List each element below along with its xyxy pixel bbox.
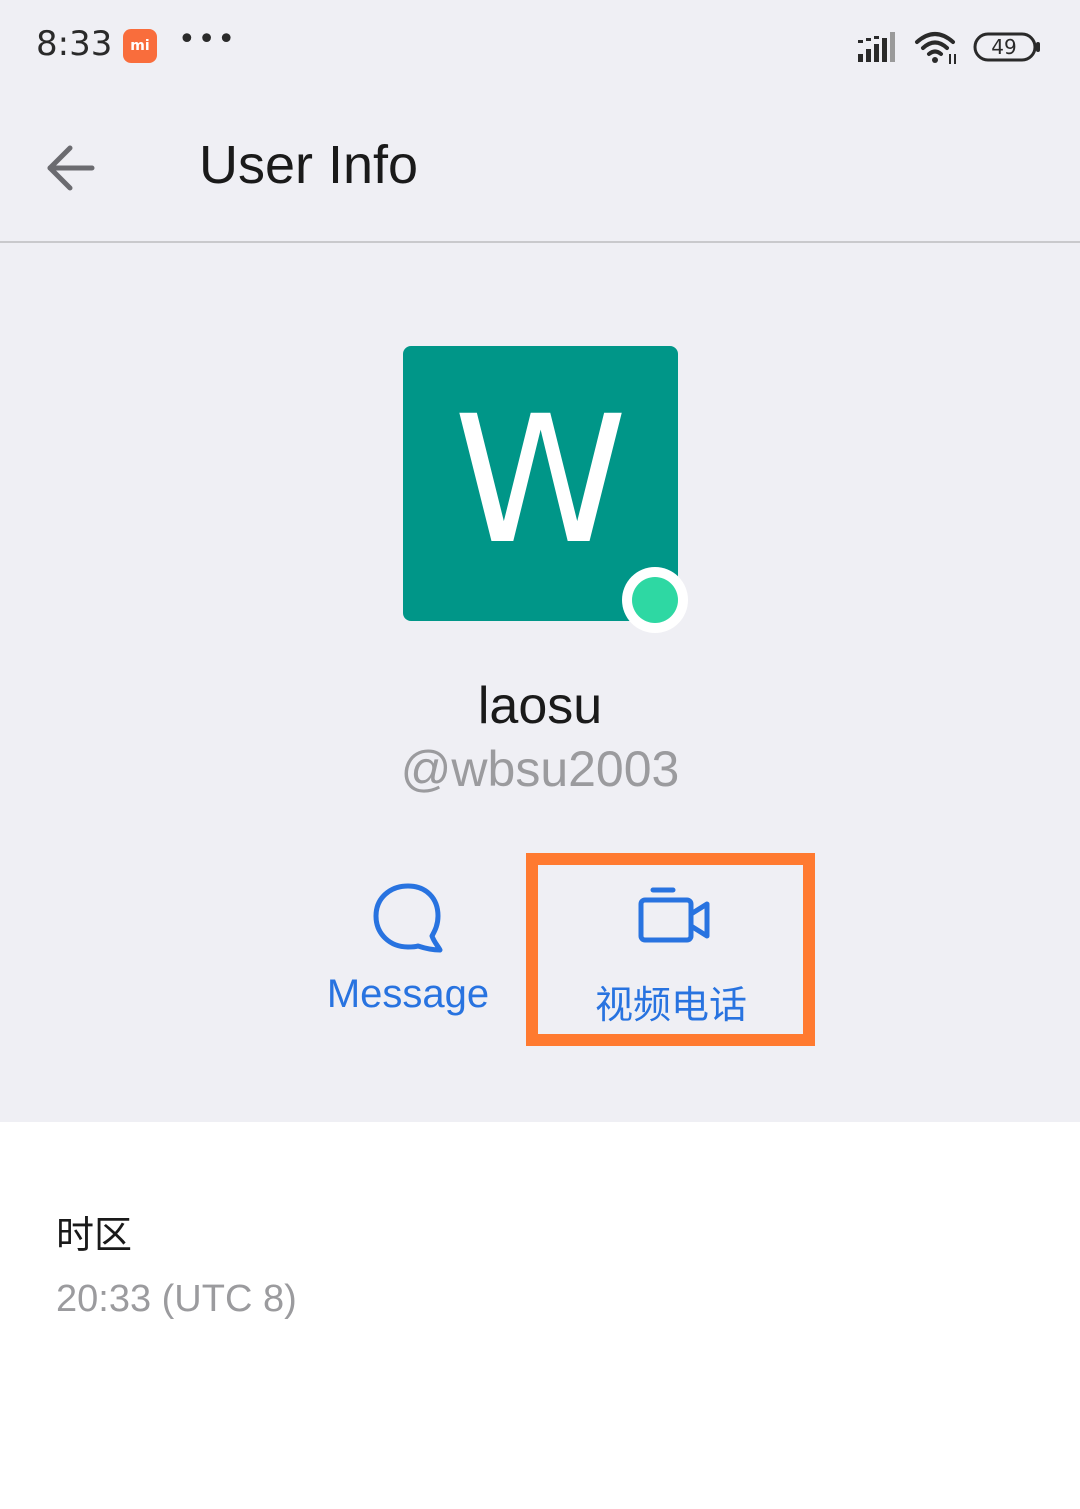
display-name: laosu bbox=[477, 677, 603, 735]
timezone-value: 20:33 (UTC 8) bbox=[56, 1278, 297, 1320]
message-label: Message bbox=[326, 972, 490, 1016]
online-status-icon bbox=[622, 567, 688, 633]
battery-level: 49 bbox=[991, 35, 1017, 59]
page-title: User Info bbox=[199, 135, 419, 195]
video-camera-icon bbox=[638, 887, 710, 943]
battery-icon: 49 bbox=[973, 32, 1041, 62]
signal-icon bbox=[858, 32, 895, 62]
header-divider bbox=[0, 241, 1080, 243]
username: @wbsu2003 bbox=[400, 741, 680, 797]
video-call-button[interactable]: 视频电话 bbox=[532, 858, 810, 1041]
arrow-left-icon bbox=[47, 145, 95, 191]
mi-notification-icon: mi bbox=[123, 29, 157, 63]
wifi-icon bbox=[915, 32, 956, 64]
timezone-label: 时区 bbox=[56, 1213, 133, 1257]
video-call-label: 视频电话 bbox=[594, 983, 747, 1027]
status-bar: 8:33 mi ••• 49 bbox=[0, 0, 1080, 94]
more-notifications-icon: ••• bbox=[178, 22, 238, 57]
back-button[interactable] bbox=[36, 132, 108, 204]
status-time: 8:33 bbox=[36, 24, 113, 64]
app-header: User Info bbox=[0, 94, 1080, 242]
message-button[interactable]: Message bbox=[316, 876, 500, 1026]
chat-bubble-icon bbox=[373, 883, 443, 953]
